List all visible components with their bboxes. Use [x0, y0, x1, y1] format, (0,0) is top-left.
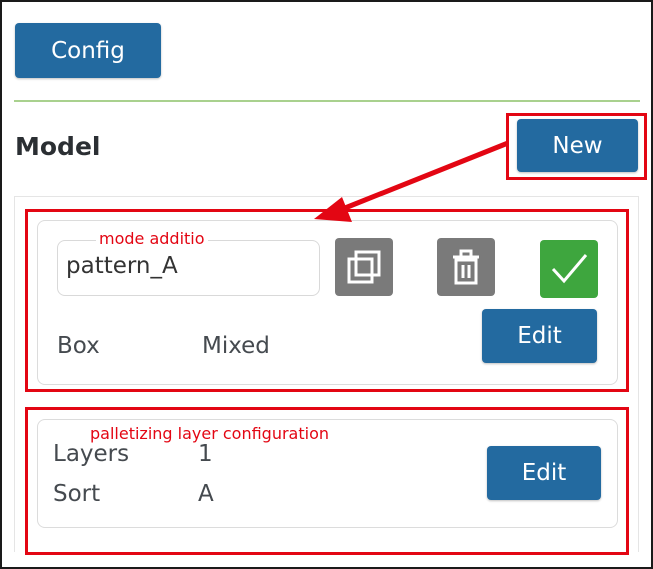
annotation-arrow [314, 140, 509, 222]
